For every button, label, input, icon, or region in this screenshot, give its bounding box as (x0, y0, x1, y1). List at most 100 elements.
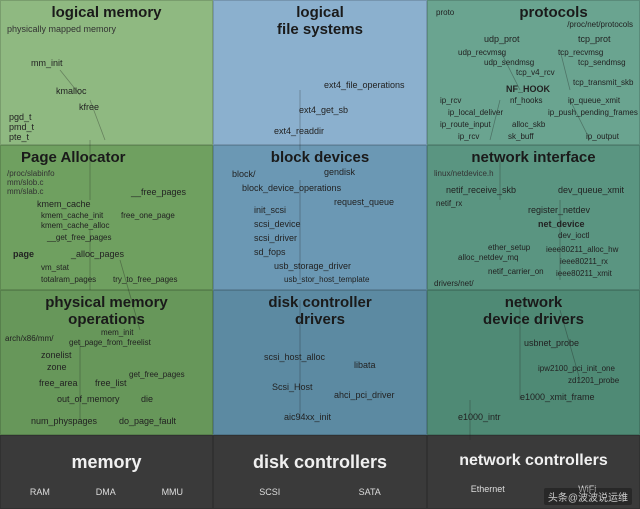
node-zd1201: zd1201_probe (568, 377, 619, 385)
node-tcp-transmit-skb: tcp_transmit_skb (573, 79, 633, 87)
node-register-netdev: register_netdev (528, 206, 590, 215)
node-zone: zone (47, 363, 67, 372)
node-out-of-memory: out_of_memory (57, 395, 120, 404)
node-scsi-driver: scsi_driver (254, 234, 297, 243)
side-label: arch/x86/mm/ (5, 335, 53, 343)
cell-logical-memory: logical memory physically mapped memory … (0, 0, 213, 145)
node-sk-buff: sk_buff (508, 133, 534, 141)
cell-logical-filesystems: logical file systems ext4_file_operation… (213, 0, 427, 145)
node-alloc-skb: alloc_skb (512, 121, 545, 129)
title: network controllers (434, 452, 633, 470)
title: memory (7, 452, 206, 473)
title: logical file systems (220, 5, 420, 38)
node-nf-hook: NF_HOOK (506, 85, 550, 94)
node-ahci-pci: ahci_pci_driver (334, 391, 395, 400)
title: disk controller drivers (220, 295, 420, 328)
node-scsi-host: Scsi_Host (272, 383, 313, 392)
node-ip-local-deliver: ip_local_deliver (448, 109, 503, 117)
title: network device drivers (434, 295, 633, 328)
node-netif-rx: netif_rx (436, 200, 462, 208)
node-ieee-rx: ieee80211_rx (560, 258, 608, 266)
node-mm-init: mm_init (31, 59, 63, 68)
node-tcp-v4-rcv: tcp_v4_rcv (516, 69, 555, 77)
node-die: die (141, 395, 153, 404)
node-pmd-t: pmd_t (9, 123, 34, 132)
node-tcp-sendmsg: tcp_sendmsg (578, 59, 626, 67)
node-netif-carrier: netif_carrier_on (488, 268, 544, 276)
cell-disk-controller-drivers: disk controller drivers scsi_host_alloc … (213, 290, 427, 435)
node-udp-sendmsg: udp_sendmsg (484, 59, 534, 67)
title: logical memory (7, 5, 206, 22)
node-usb-stor-host: usb_stor_host_template (284, 276, 369, 284)
node-ip-push-pending: ip_push_pending_frames (548, 109, 638, 117)
node-dev-queue-xmit: dev_queue_xmit (558, 186, 624, 195)
hw-label: SCSI (259, 487, 280, 497)
title: disk controllers (220, 452, 420, 473)
node-ext4-file-ops: ext4_file_operations (324, 81, 405, 90)
node-free-pages: __free_pages (131, 188, 186, 197)
node-zonelist: zonelist (41, 351, 72, 360)
node-proto: proto (436, 9, 454, 17)
node-free-area: free_area (39, 379, 78, 388)
node-ether-setup: ether_setup (488, 244, 530, 252)
node-get-free-pages2: get_free_pages (129, 371, 185, 379)
node-gendisk: gendisk (324, 168, 355, 177)
node-scsi-device: scsi_device (254, 220, 301, 229)
cell-network-interface: network interface linux/netdevice.h neti… (427, 145, 640, 290)
node-kfree: kfree (79, 103, 99, 112)
node-kmalloc: kmalloc (56, 87, 87, 96)
cell-protocols: proto protocols /proc/net/protocols udp_… (427, 0, 640, 145)
node-ext4-get-sb: ext4_get_sb (299, 106, 348, 115)
node-udp-recvmsg: udp_recvmsg (458, 49, 506, 57)
node-do-page-fault: do_page_fault (119, 417, 176, 426)
hw-label: DMA (96, 487, 116, 497)
node-sd-fops: sd_fops (254, 248, 286, 257)
node-kmem-cache: kmem_cache (37, 200, 91, 209)
node-dev-ioctl: dev_ioctl (558, 232, 590, 240)
node-get-page-freelist: get_page_from_freelist (69, 339, 151, 347)
title: physical memory operations (7, 295, 206, 328)
node-ip-rcv2: ip_rcv (458, 133, 479, 141)
cell-page-allocator: Page Allocator /proc/slabinfo mm/slob.c … (0, 145, 213, 290)
node-page: page (13, 250, 34, 259)
node-ip-route-input: ip_route_input (440, 121, 491, 129)
node-libata: libata (354, 361, 376, 370)
node-get-free-pages: __get_free_pages (47, 234, 112, 242)
cell-block-devices: block devices block/ gendisk block_devic… (213, 145, 427, 290)
node-ieee-alloc: ieee80211_alloc_hw (546, 246, 618, 254)
title: network interface (434, 150, 633, 167)
node-net-device: net_device (538, 220, 585, 229)
node-request-queue: request_queue (334, 198, 394, 207)
node-e1000-xmit: e1000_xmit_frame (520, 393, 595, 402)
hw-label: MMU (162, 487, 184, 497)
node-ipw2100: ipw2100_pci_init_one (538, 365, 615, 373)
node-free-one-page: free_one_page (121, 212, 175, 220)
node-ip-queue-xmit: ip_queue_xmit (568, 97, 620, 105)
node-aic94xx: aic94xx_init (284, 413, 331, 422)
node-ip-output: ip_output (586, 133, 619, 141)
node-ip-rcv: ip_rcv (440, 97, 461, 105)
node-netif-receive: netif_receive_skb (446, 186, 516, 195)
node-kmem-cache-alloc: kmem_cache_alloc (41, 222, 109, 230)
node-block-dev-ops: block_device_operations (242, 184, 341, 193)
subtitle: physically mapped memory (7, 24, 206, 34)
node-usbnet-probe: usbnet_probe (524, 339, 579, 348)
side-label: linux/netdevice.h (434, 169, 633, 178)
hw-label: Ethernet (471, 484, 505, 494)
cell-memory-hw: memory RAM DMA MMU (0, 435, 213, 509)
hw-label: RAM (30, 487, 50, 497)
hw-label: SATA (359, 487, 381, 497)
node-alloc-netdev-mq: alloc_netdev_mq (458, 254, 518, 262)
node-pte-t: pte_t (9, 133, 29, 142)
node-kmem-cache-init: kmem_cache_init (41, 212, 103, 220)
node-block: block/ (232, 170, 256, 179)
node-udp-prot: udp_prot (484, 35, 520, 44)
side-label: /proc/net/protocols (567, 21, 633, 29)
title: Page Allocator (21, 150, 206, 167)
watermark: 头条@波波说运维 (544, 488, 632, 505)
node-usb-storage: usb_storage_driver (274, 262, 351, 271)
node-totalram: totalram_pages (41, 276, 96, 284)
node-ext4-readdir: ext4_readdir (274, 127, 324, 136)
node-ieee-xmit: ieee80211_xmit (556, 270, 612, 278)
node-drivers-net: drivers/net/ (434, 280, 474, 288)
